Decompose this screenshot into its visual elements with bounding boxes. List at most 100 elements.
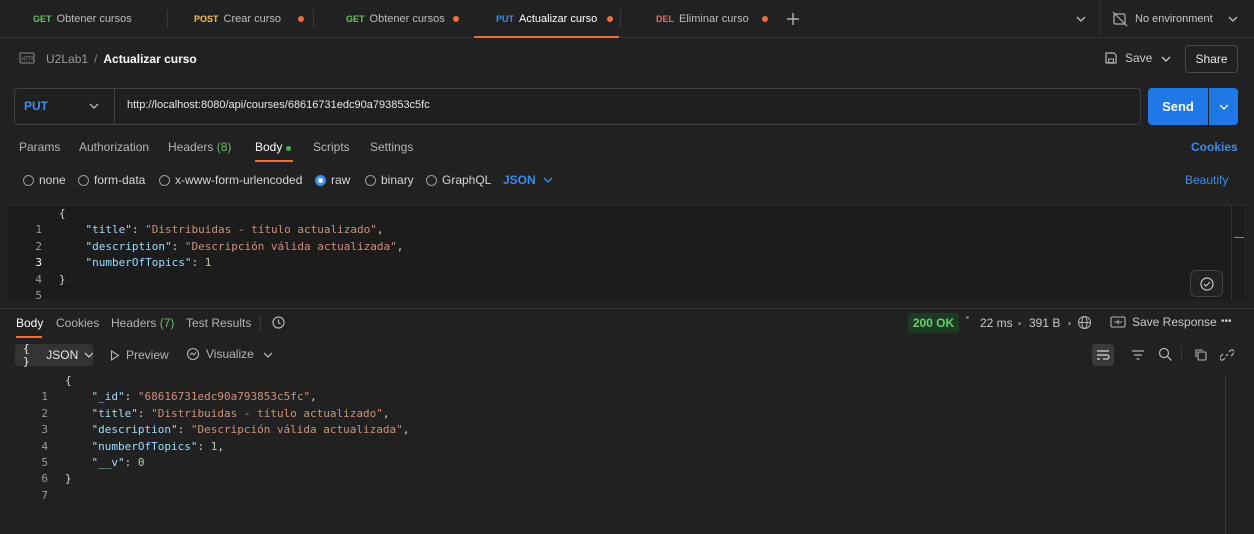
tab-label: Eliminar curso — [679, 13, 749, 25]
link-icon[interactable] — [1220, 348, 1234, 362]
method-badge: GET — [33, 14, 52, 24]
radio-urlencoded[interactable]: x-www-form-urlencoded — [159, 173, 302, 187]
editor-scrollbar[interactable] — [1231, 205, 1244, 300]
breadcrumb: U2Lab1 / Actualizar curso — [46, 52, 197, 66]
breadcrumb-request[interactable]: Actualizar curso — [103, 52, 196, 66]
method-select[interactable]: PUT — [24, 99, 48, 113]
filter-icon[interactable] — [1131, 349, 1145, 361]
active-tab-indicator — [16, 336, 42, 338]
divider — [1099, 0, 1100, 38]
tab-obtener-cursos-2[interactable]: GET Obtener cursos — [346, 0, 445, 38]
tab-obtener-cursos-1[interactable]: GET Obtener cursos — [33, 0, 132, 38]
save-button[interactable]: Save — [1104, 51, 1152, 65]
wrap-lines-button[interactable] — [1092, 344, 1114, 366]
environment-chevron-down-icon[interactable] — [1227, 14, 1239, 24]
visualize-button[interactable]: Visualize — [186, 347, 254, 361]
divider — [114, 89, 115, 124]
headers-count: (8) — [216, 140, 232, 154]
response-body-code[interactable]: { "_id": "68616731edc90a793853c5fc", "ti… — [65, 373, 409, 488]
tab-body[interactable]: Body — [255, 140, 282, 154]
save-options-chevron-icon[interactable] — [1160, 54, 1172, 64]
unsaved-dot-icon — [453, 16, 459, 22]
line-numbers: 1 2 3 4 5 — [35, 223, 42, 303]
tab-authorization[interactable]: Authorization — [79, 140, 149, 154]
url-input[interactable]: http://localhost:8080/api/courses/686167… — [127, 99, 430, 111]
copy-icon[interactable] — [1194, 348, 1208, 362]
separator-dot-icon — [1018, 322, 1021, 325]
network-globe-icon[interactable] — [1077, 315, 1092, 330]
tab-divider — [167, 10, 168, 28]
resp-tab-body[interactable]: Body — [16, 316, 43, 330]
radio-circle-icon — [365, 174, 376, 186]
chevron-down-icon — [1219, 104, 1228, 110]
tab-eliminar-curso[interactable]: DEL Eliminar curso — [656, 0, 749, 38]
no-environment-icon — [1112, 11, 1128, 27]
ai-assist-icon — [1199, 276, 1214, 291]
active-tab-indicator — [255, 160, 293, 162]
separator-dot-icon — [966, 316, 969, 319]
method-badge: PUT — [496, 14, 514, 24]
response-size[interactable]: 391 B — [1029, 316, 1060, 330]
visualize-icon — [186, 347, 200, 361]
method-chevron-down-icon[interactable] — [88, 101, 100, 111]
preview-button[interactable]: Preview — [110, 348, 169, 362]
visualize-chevron-down-icon[interactable] — [263, 351, 273, 359]
radio-form-data[interactable]: form-data — [78, 173, 145, 187]
send-options-button[interactable] — [1209, 88, 1238, 125]
history-icon[interactable] — [271, 315, 286, 330]
tab-params[interactable]: Params — [19, 140, 60, 154]
tabs-chevron-down-icon[interactable] — [1075, 14, 1087, 24]
send-button[interactable]: Send — [1148, 88, 1208, 125]
scroll-thumb[interactable] — [1234, 237, 1244, 238]
tab-crear-curso[interactable]: POST Crear curso — [194, 0, 281, 38]
response-time[interactable]: 22 ms — [980, 316, 1013, 330]
separator-dot-icon — [1068, 322, 1071, 325]
beautify-link[interactable]: Beautify — [1185, 173, 1228, 187]
radio-selected-icon — [315, 174, 326, 186]
unsaved-dot-icon — [762, 16, 768, 22]
svg-text:HTTP: HTTP — [22, 57, 35, 63]
radio-label: raw — [331, 173, 351, 187]
radio-label: binary — [381, 173, 414, 187]
save-response-label: Save Response — [1132, 315, 1217, 329]
tab-scripts[interactable]: Scripts — [313, 140, 350, 154]
play-icon — [110, 349, 120, 361]
divider — [1181, 346, 1182, 362]
response-format-select[interactable]: { } JSON — [15, 342, 93, 368]
tab-actualizar-curso[interactable]: PUT Actualizar curso — [474, 0, 620, 38]
format-label: JSON — [46, 348, 79, 362]
save-response-button[interactable]: Save Response — [1110, 315, 1217, 329]
radio-circle-icon — [23, 174, 34, 186]
new-tab-plus-icon[interactable] — [786, 12, 800, 26]
share-button[interactable]: Share — [1185, 45, 1238, 73]
request-body-code[interactable]: { "title": "Distribuidas - título actual… — [59, 206, 403, 288]
active-tab-indicator — [474, 36, 620, 38]
chevron-down-icon — [543, 177, 553, 183]
radio-none[interactable]: none — [23, 173, 66, 187]
environment-label: No environment — [1135, 13, 1213, 25]
status-badge[interactable]: 200 OK — [908, 313, 959, 333]
tab-label: Actualizar curso — [519, 13, 598, 25]
format-label: JSON — [503, 173, 536, 187]
tab-headers[interactable]: Headers (8) — [168, 140, 231, 154]
cookies-link[interactable]: Cookies — [1191, 140, 1238, 154]
resp-tab-tests[interactable]: Test Results — [186, 316, 251, 330]
tab-settings[interactable]: Settings — [370, 140, 413, 154]
radio-label: GraphQL — [442, 173, 492, 187]
environment-selector[interactable]: No environment — [1112, 11, 1213, 27]
search-icon[interactable] — [1158, 347, 1173, 362]
more-options-icon[interactable]: ••• — [1221, 316, 1232, 327]
response-scrollbar[interactable] — [1225, 374, 1226, 534]
ai-assist-button[interactable] — [1190, 270, 1223, 297]
breadcrumb-collection[interactable]: U2Lab1 — [46, 52, 88, 66]
request-tabs-bar: GET Obtener cursos POST Crear curso GET … — [0, 0, 1254, 38]
radio-raw[interactable]: raw — [315, 173, 350, 187]
divider — [260, 315, 261, 331]
radio-graphql[interactable]: GraphQL — [426, 173, 491, 187]
divider — [0, 308, 1254, 309]
radio-binary[interactable]: binary — [365, 173, 414, 187]
resp-tab-cookies[interactable]: Cookies — [56, 316, 99, 330]
tab-label: Crear curso — [223, 13, 281, 25]
resp-tab-headers[interactable]: Headers (7) — [111, 316, 174, 330]
body-format-select[interactable]: JSON — [503, 173, 554, 187]
